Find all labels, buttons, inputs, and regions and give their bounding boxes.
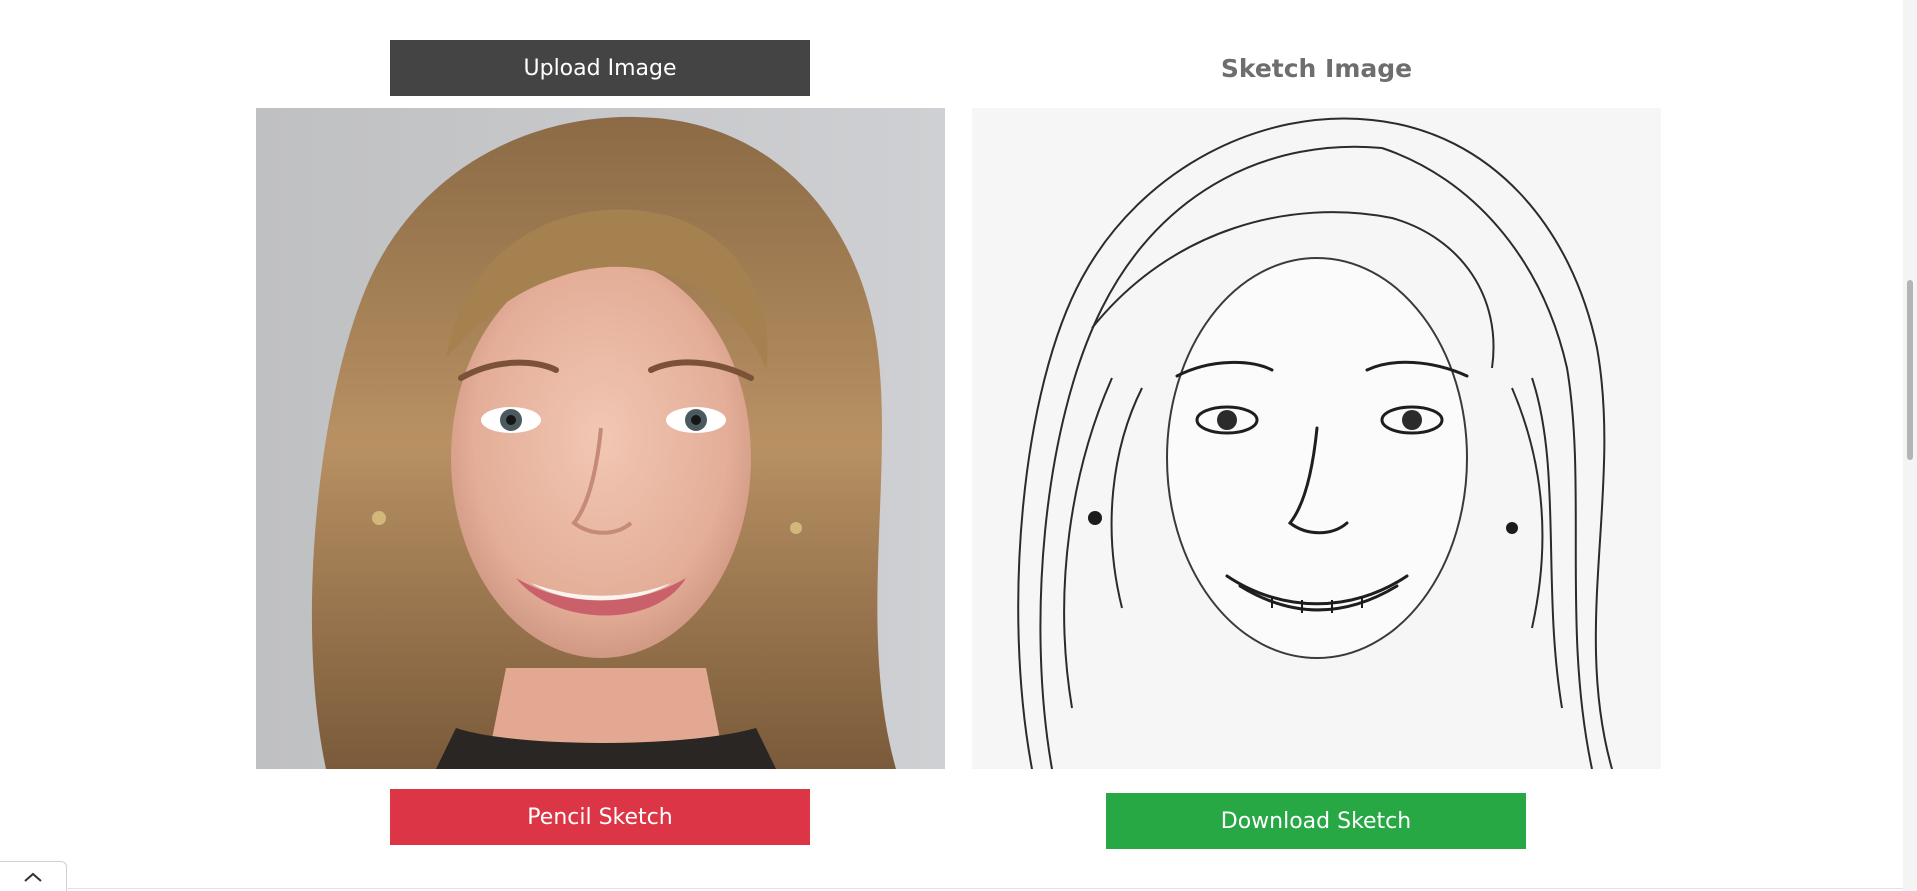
portrait-sketch-graphic: [972, 108, 1661, 769]
sketch-result: [972, 108, 1661, 769]
portrait-photo-graphic: [256, 108, 945, 769]
scrollbar-thumb[interactable]: [1907, 280, 1913, 460]
download-sketch-button[interactable]: Download Sketch: [1106, 793, 1526, 849]
upload-image-button[interactable]: Upload Image: [390, 40, 810, 96]
back-to-top-button[interactable]: [0, 861, 67, 891]
bottom-divider: [66, 888, 1903, 889]
vertical-scrollbar[interactable]: [1903, 0, 1917, 891]
pencil-sketch-button[interactable]: Pencil Sketch: [390, 789, 810, 845]
page: Upload Image Sketch Image Pencil Sketch …: [0, 0, 1917, 891]
original-photo: [256, 108, 945, 769]
chevron-up-icon: [24, 872, 42, 882]
sketch-image-title: Sketch Image: [1220, 53, 1413, 83]
